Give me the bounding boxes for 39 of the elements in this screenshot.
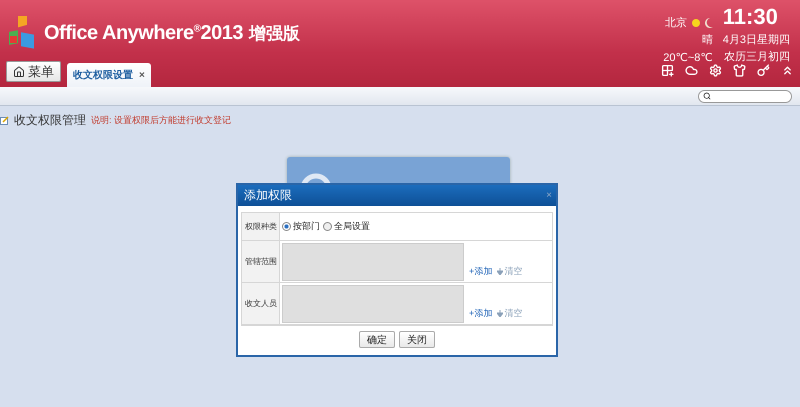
down-arrow-icon: [497, 310, 504, 317]
search-icon: [703, 92, 711, 100]
date-label: 4月3日星期四: [722, 33, 790, 47]
home-icon: [13, 66, 25, 78]
sun-icon: [690, 18, 701, 28]
clock-time: 11:30: [722, 4, 778, 30]
lunar-date: 农历三月初四: [724, 50, 790, 64]
down-arrow-icon: [497, 268, 504, 275]
logo-title: Office Anywhere$^{®}$2013: [44, 22, 243, 44]
menu-button[interactable]: 菜单: [6, 61, 61, 82]
weather-condition: 晴: [702, 33, 713, 47]
key-icon[interactable]: [757, 64, 770, 77]
add-link[interactable]: +添加: [469, 307, 492, 320]
settings-icon[interactable]: [709, 64, 722, 77]
page-note: 说明: 设置权限后方能进行收文登记: [91, 114, 232, 127]
add-link[interactable]: +添加: [469, 265, 492, 278]
page-title: 收文权限管理: [14, 112, 86, 129]
tab[interactable]: 收文权限设置 ×: [67, 63, 151, 87]
city-label: 北京: [664, 16, 687, 30]
dialog-button[interactable]: 关闭: [399, 331, 435, 348]
chevrons-up-icon[interactable]: [781, 64, 794, 77]
cloud-icon[interactable]: [685, 64, 698, 77]
edit-icon: [0, 116, 9, 125]
radio-label: 全局设置: [334, 220, 370, 233]
dialog-title: 添加权限: [244, 187, 292, 204]
close-icon[interactable]: ×: [139, 70, 145, 80]
field-label: 权限种类: [242, 213, 280, 241]
grid-plus-icon[interactable]: [661, 64, 674, 77]
logo-edition: 增强版: [248, 22, 300, 44]
moon-icon: [704, 18, 713, 28]
radio-button[interactable]: [323, 222, 332, 231]
field-label: 管辖范围: [242, 241, 280, 283]
dialog-button[interactable]: 确定: [359, 331, 395, 348]
temperature-label: 20℃~8℃: [663, 51, 713, 64]
shirt-icon[interactable]: [733, 64, 746, 77]
field-label: 收文人员: [242, 283, 280, 325]
radio-button[interactable]: [282, 222, 291, 231]
radio-label: 按部门: [293, 220, 320, 233]
search-field[interactable]: [698, 90, 792, 102]
